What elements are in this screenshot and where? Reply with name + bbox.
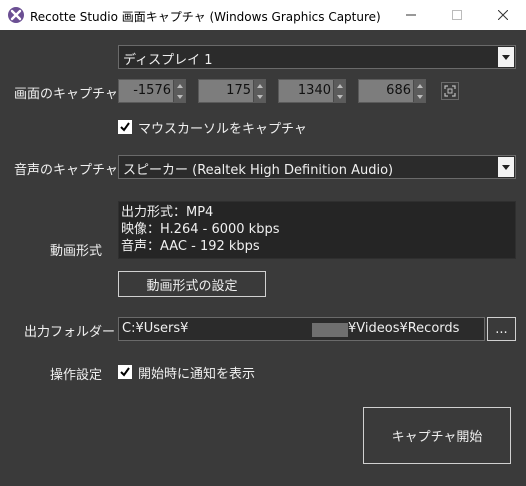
maximize-icon [452, 10, 462, 20]
spin-down-icon[interactable] [334, 91, 346, 102]
output-path-prefix: C:¥Users¥ [122, 321, 189, 336]
audio-select[interactable]: スピーカー (Realtek High Definition Audio) [118, 155, 516, 179]
spinner-buttons [413, 80, 425, 102]
notify-checkbox[interactable] [118, 365, 132, 379]
capture-x-spinner[interactable]: -1576 [118, 79, 186, 103]
close-icon [498, 10, 508, 20]
mouse-cursor-option[interactable]: マウスカーソルをキャプチャ [118, 118, 307, 137]
notify-option[interactable]: 開始時に通知を表示 [118, 363, 256, 382]
video-format-settings-button[interactable]: 動画形式の設定 [118, 271, 266, 297]
spin-down-icon[interactable] [254, 91, 266, 102]
mouse-cursor-label: マウスカーソルをキャプチャ [138, 121, 307, 137]
format-line-audio: 音声：AAC - 192 kbps [121, 239, 260, 254]
spin-up-icon[interactable] [174, 80, 186, 91]
video-format-label: 動画形式 [50, 244, 103, 259]
audio-select-value: スピーカー (Realtek High Definition Audio) [123, 163, 394, 178]
spin-up-icon[interactable] [414, 80, 426, 91]
format-line-container: 出力形式：MP4 [121, 205, 214, 220]
spin-down-icon[interactable] [174, 91, 186, 102]
operation-settings-label: 操作設定 [50, 368, 103, 383]
capture-width-value: 1340 [297, 83, 331, 98]
minimize-icon [406, 14, 416, 16]
chevron-down-icon [498, 47, 514, 67]
format-line-video: 映像：H.264 - 6000 kbps [121, 222, 280, 237]
close-button[interactable] [480, 0, 526, 30]
recotte-app-icon [8, 7, 24, 23]
spin-down-icon[interactable] [414, 91, 426, 102]
select-area-button[interactable] [441, 82, 459, 100]
capture-height-value: 686 [386, 83, 411, 98]
chevron-down-icon [498, 157, 514, 177]
display-select-value: ディスプレイ 1 [123, 53, 213, 68]
capture-height-spinner[interactable]: 686 [358, 79, 426, 103]
output-folder-label: 出力フォルダー [24, 325, 116, 340]
screen-capture-label: 画面のキャプチャ [14, 87, 118, 102]
mouse-cursor-checkbox[interactable] [118, 120, 132, 134]
capture-y-value: 175 [226, 83, 251, 98]
browse-folder-button[interactable]: ... [487, 317, 516, 341]
spin-up-icon[interactable] [254, 80, 266, 91]
notify-label: 開始時に通知を表示 [138, 366, 256, 382]
minimize-button[interactable] [388, 0, 434, 30]
output-path-suffix: ¥Videos¥Records [348, 321, 460, 336]
spinner-buttons [333, 80, 345, 102]
spinner-buttons [173, 80, 185, 102]
spinner-buttons [253, 80, 265, 102]
maximize-button[interactable] [434, 0, 480, 30]
capture-y-spinner[interactable]: 175 [198, 79, 266, 103]
capture-x-value: -1576 [133, 83, 171, 98]
checkmark-icon [120, 367, 130, 377]
audio-capture-label: 音声のキャプチャ [14, 163, 118, 178]
redacted-username [312, 323, 348, 337]
select-area-icon [444, 85, 456, 97]
capture-width-spinner[interactable]: 1340 [278, 79, 346, 103]
output-folder-field[interactable]: C:¥Users¥ ¥Videos¥Records [118, 317, 485, 341]
display-select[interactable]: ディスプレイ 1 [118, 45, 516, 69]
checkmark-icon [120, 122, 130, 132]
start-capture-button[interactable]: キャプチャ開始 [363, 407, 511, 464]
window-title: Recotte Studio 画面キャプチャ (Windows Graphics… [30, 10, 381, 24]
spin-up-icon[interactable] [334, 80, 346, 91]
title-bar: Recotte Studio 画面キャプチャ (Windows Graphics… [0, 0, 526, 30]
video-format-summary: 出力形式：MP4 映像：H.264 - 6000 kbps 音声：AAC - 1… [118, 201, 516, 259]
